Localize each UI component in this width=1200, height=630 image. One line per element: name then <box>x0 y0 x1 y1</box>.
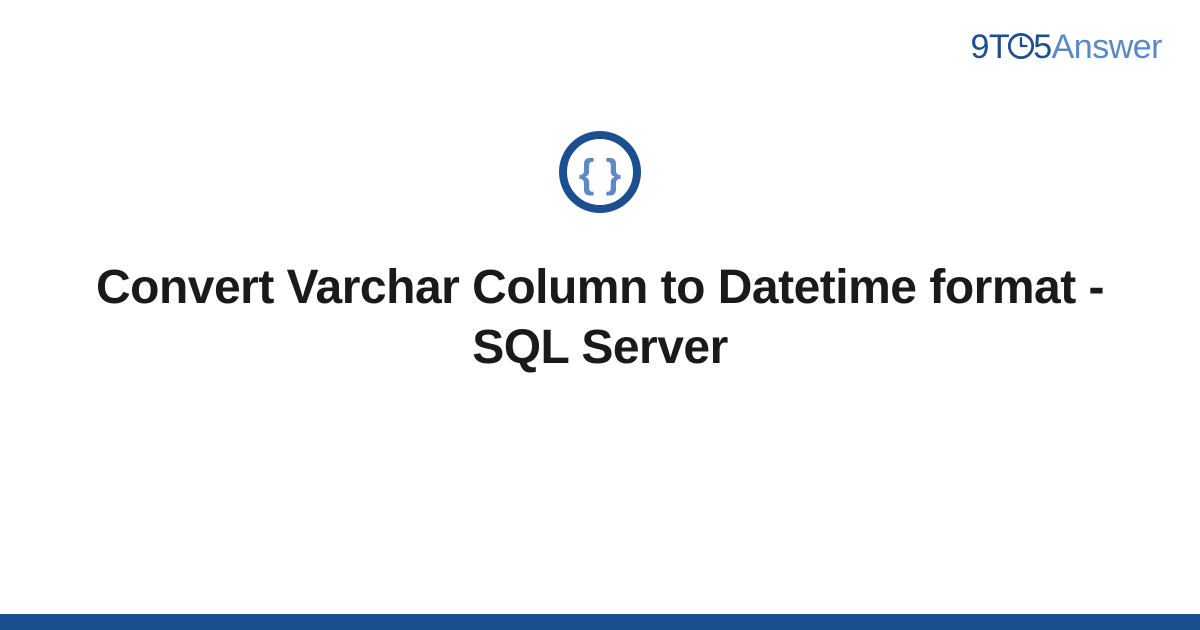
footer-bar <box>0 614 1200 630</box>
page-title: Convert Varchar Column to Datetime forma… <box>0 258 1200 378</box>
code-braces-icon: { } <box>558 130 642 219</box>
clock-icon <box>1007 30 1035 69</box>
brand-logo: 9T 5Answer <box>971 28 1162 69</box>
svg-text:{ }: { } <box>579 152 621 196</box>
brand-prefix: 9T <box>971 28 1010 66</box>
brand-suffix: Answer <box>1052 28 1162 66</box>
brand-middle: 5 <box>1033 28 1051 66</box>
